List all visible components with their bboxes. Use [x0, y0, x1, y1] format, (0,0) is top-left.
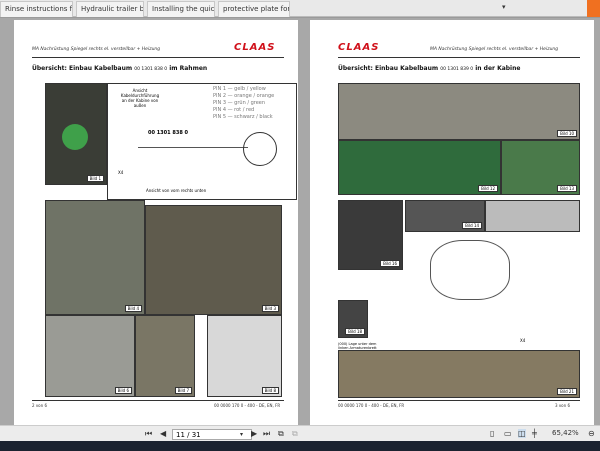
divider	[32, 57, 284, 58]
x4-label: X4	[118, 170, 124, 175]
divider	[338, 57, 580, 58]
figure-label: Bild 1	[86, 175, 104, 182]
doc-number: 00 0000 170 0 - 400 - DE, EN, FR	[214, 403, 281, 408]
prev-page-icon[interactable]: ◀	[160, 429, 166, 438]
figure-photo: Bild 3	[145, 205, 282, 315]
page-number: 3 von 6	[555, 403, 570, 408]
page-header: MA Nachrüstung Spiegel rechts el. verste…	[430, 47, 559, 52]
pin-2: PIN 2 — orange / orange	[213, 93, 275, 99]
figure-photo: Bild 21	[338, 350, 580, 398]
divider	[32, 400, 284, 401]
claas-logo: CLAAS	[234, 42, 276, 53]
figure-photo: Bild 1	[45, 83, 107, 185]
figure-photo: Bild 18	[338, 300, 368, 338]
two-page-icon[interactable]: ◫	[518, 429, 526, 438]
pin-3: PIN 3 — grün / green	[213, 100, 266, 106]
part-number: 00 1301 838 0	[148, 130, 189, 136]
continuous-page-icon[interactable]: ▭	[504, 429, 512, 438]
figure-label: Bild 12	[478, 185, 498, 192]
tab-rinse-instructions[interactable]: Rinse instructions for ...	[0, 1, 73, 17]
taskbar	[0, 441, 600, 451]
figure-label: Bild 14	[462, 222, 482, 229]
zoom-level[interactable]: 65,42%	[552, 429, 579, 437]
figure-label: Bild 10	[557, 130, 577, 137]
page-right: CLAAS MA Nachrüstung Spiegel rechts el. …	[310, 20, 594, 425]
figure-label: Bild 13	[557, 185, 577, 192]
figure-label: Bild 6	[114, 387, 132, 394]
page-left: MA Nachrüstung Spiegel rechts el. verste…	[14, 20, 298, 425]
x4-label: X4	[520, 338, 526, 343]
figure-photo: Bild 4	[45, 200, 145, 315]
cable-loop	[430, 240, 510, 300]
two-page-continuous-icon[interactable]: ╪	[532, 429, 537, 438]
chevron-down-icon[interactable]: ▾	[240, 431, 243, 438]
cable-line	[138, 147, 248, 148]
tab-protective-plate[interactable]: protective plate for s...	[218, 1, 290, 17]
tab-installing-quickhitch[interactable]: Installing the quickhit...	[147, 1, 215, 17]
figure-label: Bild 4	[124, 305, 142, 312]
figure-photo: Bild 13	[501, 140, 580, 195]
copy-icon[interactable]: ⧉	[278, 429, 284, 439]
pin-4: PIN 4 — rot / red	[213, 107, 255, 113]
page-number: 2 von 6	[32, 403, 47, 408]
next-page-icon[interactable]: ▶	[251, 429, 257, 438]
zoom-out-icon[interactable]: ⊖	[588, 429, 595, 438]
tab-bar: Rinse instructions for ... Hydraulic tra…	[0, 0, 600, 17]
first-page-icon[interactable]: ⏮	[145, 429, 152, 439]
connector-shape	[62, 124, 88, 150]
tab-hydraulic-trailer-brake[interactable]: Hydraulic trailer brake ...	[76, 1, 144, 17]
chevron-down-icon[interactable]: ▾	[502, 3, 506, 11]
figure-photo: Bild 12	[338, 140, 501, 195]
figure-photo: Bild 8	[207, 315, 282, 397]
last-page-icon[interactable]: ⏭	[263, 429, 270, 439]
doc-number: 00 0000 170 0 - 400 - DE, EN, FR	[338, 403, 405, 408]
pin-list: PIN 1 — gelb / yellow PIN 2 — orange / o…	[213, 86, 274, 121]
figure-label: Bild 18	[345, 328, 365, 335]
figure-label: Bild 3	[261, 305, 279, 312]
page-title: Übersicht: Einbau Kabelbaum 00 1301 838 …	[32, 65, 208, 72]
pin-1: PIN 1 — gelb / yellow	[213, 86, 266, 92]
figure-label: Bild 8	[261, 387, 279, 394]
figure-photo: Bild 16	[338, 200, 403, 270]
view-note: Ansicht Kabeldurchführung an der Kabine …	[120, 88, 160, 108]
pin-5: PIN 5 — schwarz / black	[213, 114, 273, 120]
claas-logo: CLAAS	[338, 42, 380, 53]
figure-photo: Bild 14	[405, 200, 485, 232]
document-viewer[interactable]: MA Nachrüstung Spiegel rechts el. verste…	[0, 18, 600, 425]
figure-photo: Bild 6	[45, 315, 135, 397]
single-page-icon[interactable]: ▯	[490, 429, 494, 438]
wiring-diagram: Ansicht Kabeldurchführung an der Kabine …	[107, 83, 297, 200]
detail-circle	[243, 132, 277, 166]
app-corner-button[interactable]	[587, 0, 600, 17]
figure-photo: Bild 7	[135, 315, 195, 397]
figure-label: Bild 7	[174, 387, 192, 394]
page-title: Übersicht: Einbau Kabelbaum 00 1301 839 …	[338, 65, 521, 72]
paste-icon[interactable]: ⧉	[292, 429, 298, 439]
figure-label: Bild 21	[557, 388, 577, 395]
location-note: (000) Lage unter dem linken Armaturenbre…	[338, 342, 377, 350]
figure-label: Bild 16	[380, 260, 400, 267]
page-header: MA Nachrüstung Spiegel rechts el. verste…	[32, 47, 161, 52]
viewer-toolbar: ⏮ ◀ 11 / 31 ▾ ▶ ⏭ ⧉ ⧉ ▯ ▭ ◫ ╪ 65,42% ⊖	[0, 425, 600, 441]
view-front-note: Ansicht von vorn rechts unten	[146, 188, 207, 193]
divider	[338, 400, 580, 401]
figure-photo	[485, 200, 580, 232]
figure-photo: Bild 10	[338, 83, 580, 140]
